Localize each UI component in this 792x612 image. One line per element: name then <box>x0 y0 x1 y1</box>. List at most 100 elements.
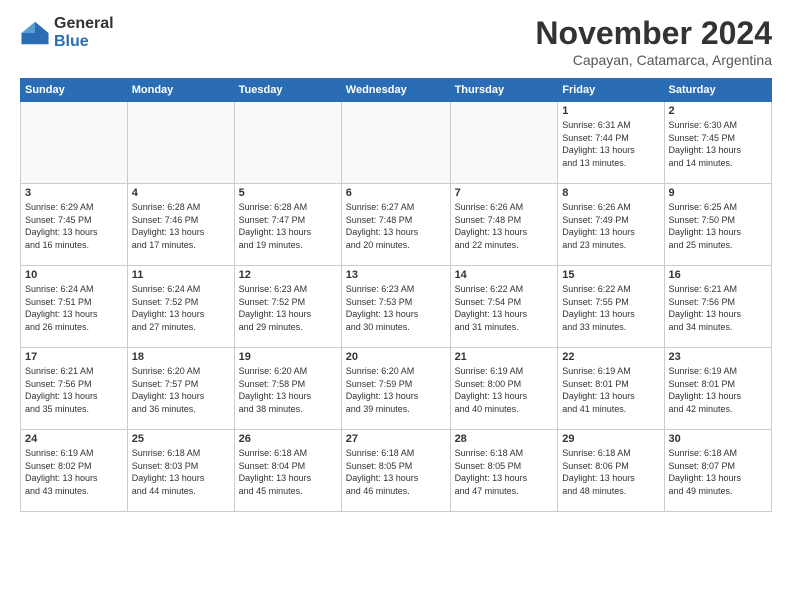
day-info: Sunrise: 6:22 AMSunset: 7:54 PMDaylight:… <box>455 283 554 333</box>
day-info: Sunrise: 6:26 AMSunset: 7:49 PMDaylight:… <box>562 201 659 251</box>
day-info: Sunrise: 6:24 AMSunset: 7:51 PMDaylight:… <box>25 283 123 333</box>
day-number: 25 <box>132 433 230 445</box>
calendar-cell: 3Sunrise: 6:29 AMSunset: 7:45 PMDaylight… <box>21 184 128 266</box>
day-number: 20 <box>346 351 446 363</box>
calendar-cell <box>21 102 128 184</box>
day-number: 13 <box>346 269 446 281</box>
day-number: 15 <box>562 269 659 281</box>
weekday-header: Thursday <box>450 79 558 102</box>
day-info: Sunrise: 6:28 AMSunset: 7:47 PMDaylight:… <box>239 201 337 251</box>
day-info: Sunrise: 6:18 AMSunset: 8:07 PMDaylight:… <box>669 447 767 497</box>
day-info: Sunrise: 6:23 AMSunset: 7:53 PMDaylight:… <box>346 283 446 333</box>
logo-general: General <box>54 15 114 33</box>
weekday-header: Tuesday <box>234 79 341 102</box>
calendar-cell: 16 Sunrise: 6:21 AMSunset: 7:56 PMDayligh… <box>664 266 771 348</box>
day-info: Sunrise: 6:19 AMSunset: 8:00 PMDaylight:… <box>455 365 554 415</box>
day-info: Sunrise: 6:26 AMSunset: 7:48 PMDaylight:… <box>455 201 554 251</box>
calendar-cell: 19 Sunrise: 6:20 AMSunset: 7:58 PMDayligh… <box>234 348 341 430</box>
day-info: Sunrise: 6:31 AMSunset: 7:44 PMDaylight:… <box>562 119 659 169</box>
day-info: Sunrise: 6:20 AMSunset: 7:59 PMDaylight:… <box>346 365 446 415</box>
day-info: Sunrise: 6:27 AMSunset: 7:48 PMDaylight:… <box>346 201 446 251</box>
day-number: 8 <box>562 187 659 199</box>
calendar-cell: 4 Sunrise: 6:28 AMSunset: 7:46 PMDaylight… <box>127 184 234 266</box>
calendar-cell: 29 Sunrise: 6:18 AMSunset: 8:06 PMDayligh… <box>558 430 664 512</box>
weekday-header: Friday <box>558 79 664 102</box>
weekday-header: Saturday <box>664 79 771 102</box>
calendar-cell: 15 Sunrise: 6:22 AMSunset: 7:55 PMDayligh… <box>558 266 664 348</box>
day-number: 7 <box>455 187 554 199</box>
day-number: 30 <box>669 433 767 445</box>
weekday-header: Monday <box>127 79 234 102</box>
day-info: Sunrise: 6:19 AMSunset: 8:02 PMDaylight:… <box>25 447 123 497</box>
calendar-cell: 25Sunrise: 6:18 AMSunset: 8:03 PMDayligh… <box>127 430 234 512</box>
day-number: 17 <box>25 351 123 363</box>
calendar-cell <box>127 102 234 184</box>
day-info: Sunrise: 6:20 AMSunset: 7:57 PMDaylight:… <box>132 365 230 415</box>
weekday-header: Wednesday <box>341 79 450 102</box>
month-title: November 2024 <box>535 15 772 52</box>
day-number: 29 <box>562 433 659 445</box>
day-number: 24 <box>25 433 123 445</box>
day-number: 5 <box>239 187 337 199</box>
logo-blue: Blue <box>54 33 114 51</box>
day-number: 22 <box>562 351 659 363</box>
day-number: 6 <box>346 187 446 199</box>
day-number: 21 <box>455 351 554 363</box>
day-number: 16 <box>669 269 767 281</box>
calendar-cell: 22 Sunrise: 6:19 AMSunset: 8:01 PMDayligh… <box>558 348 664 430</box>
calendar-week-row: 10 Sunrise: 6:24 AMSunset: 7:51 PMDayligh… <box>21 266 772 348</box>
day-number: 26 <box>239 433 337 445</box>
title-block: November 2024 Capayan, Catamarca, Argent… <box>535 15 772 68</box>
header: General Blue November 2024 Capayan, Cata… <box>20 15 772 68</box>
day-info: Sunrise: 6:18 AMSunset: 8:05 PMDaylight:… <box>455 447 554 497</box>
page: General Blue November 2024 Capayan, Cata… <box>0 0 792 612</box>
calendar-cell: 13 Sunrise: 6:23 AMSunset: 7:53 PMDayligh… <box>341 266 450 348</box>
calendar-week-row: 17Sunrise: 6:21 AMSunset: 7:56 PMDayligh… <box>21 348 772 430</box>
day-number: 9 <box>669 187 767 199</box>
calendar-cell: 30 Sunrise: 6:18 AMSunset: 8:07 PMDayligh… <box>664 430 771 512</box>
calendar-cell: 5 Sunrise: 6:28 AMSunset: 7:47 PMDaylight… <box>234 184 341 266</box>
calendar-cell: 6 Sunrise: 6:27 AMSunset: 7:48 PMDaylight… <box>341 184 450 266</box>
calendar-cell <box>234 102 341 184</box>
calendar-cell: 17Sunrise: 6:21 AMSunset: 7:56 PMDayligh… <box>21 348 128 430</box>
calendar-week-row: 24 Sunrise: 6:19 AMSunset: 8:02 PMDayligh… <box>21 430 772 512</box>
day-info: Sunrise: 6:21 AMSunset: 7:56 PMDaylight:… <box>669 283 767 333</box>
calendar-cell: 21 Sunrise: 6:19 AMSunset: 8:00 PMDayligh… <box>450 348 558 430</box>
weekday-header: Sunday <box>21 79 128 102</box>
day-number: 11 <box>132 269 230 281</box>
day-info: Sunrise: 6:30 AMSunset: 7:45 PMDaylight:… <box>669 119 767 169</box>
calendar-cell: 23Sunrise: 6:19 AMSunset: 8:01 PMDayligh… <box>664 348 771 430</box>
calendar-cell: 11Sunrise: 6:24 AMSunset: 7:52 PMDayligh… <box>127 266 234 348</box>
day-info: Sunrise: 6:22 AMSunset: 7:55 PMDaylight:… <box>562 283 659 333</box>
day-number: 10 <box>25 269 123 281</box>
logo-text: General Blue <box>54 15 114 50</box>
day-number: 2 <box>669 105 767 117</box>
location-subtitle: Capayan, Catamarca, Argentina <box>535 52 772 68</box>
day-number: 19 <box>239 351 337 363</box>
calendar-week-row: 1Sunrise: 6:31 AMSunset: 7:44 PMDaylight… <box>21 102 772 184</box>
calendar: SundayMondayTuesdayWednesdayThursdayFrid… <box>20 78 772 512</box>
logo-icon <box>20 18 50 48</box>
day-info: Sunrise: 6:23 AMSunset: 7:52 PMDaylight:… <box>239 283 337 333</box>
day-number: 28 <box>455 433 554 445</box>
calendar-header-row: SundayMondayTuesdayWednesdayThursdayFrid… <box>21 79 772 102</box>
day-info: Sunrise: 6:25 AMSunset: 7:50 PMDaylight:… <box>669 201 767 251</box>
day-number: 4 <box>132 187 230 199</box>
calendar-cell: 12Sunrise: 6:23 AMSunset: 7:52 PMDayligh… <box>234 266 341 348</box>
day-info: Sunrise: 6:18 AMSunset: 8:06 PMDaylight:… <box>562 447 659 497</box>
day-info: Sunrise: 6:20 AMSunset: 7:58 PMDaylight:… <box>239 365 337 415</box>
day-info: Sunrise: 6:29 AMSunset: 7:45 PMDaylight:… <box>25 201 123 251</box>
calendar-cell: 9 Sunrise: 6:25 AMSunset: 7:50 PMDaylight… <box>664 184 771 266</box>
calendar-cell: 28 Sunrise: 6:18 AMSunset: 8:05 PMDayligh… <box>450 430 558 512</box>
calendar-cell <box>450 102 558 184</box>
calendar-cell: 14 Sunrise: 6:22 AMSunset: 7:54 PMDayligh… <box>450 266 558 348</box>
day-number: 23 <box>669 351 767 363</box>
day-number: 14 <box>455 269 554 281</box>
calendar-cell: 7 Sunrise: 6:26 AMSunset: 7:48 PMDaylight… <box>450 184 558 266</box>
calendar-cell: 26Sunrise: 6:18 AMSunset: 8:04 PMDayligh… <box>234 430 341 512</box>
calendar-week-row: 3Sunrise: 6:29 AMSunset: 7:45 PMDaylight… <box>21 184 772 266</box>
calendar-cell: 1Sunrise: 6:31 AMSunset: 7:44 PMDaylight… <box>558 102 664 184</box>
calendar-cell: 18Sunrise: 6:20 AMSunset: 7:57 PMDayligh… <box>127 348 234 430</box>
day-info: Sunrise: 6:19 AMSunset: 8:01 PMDaylight:… <box>562 365 659 415</box>
day-info: Sunrise: 6:28 AMSunset: 7:46 PMDaylight:… <box>132 201 230 251</box>
